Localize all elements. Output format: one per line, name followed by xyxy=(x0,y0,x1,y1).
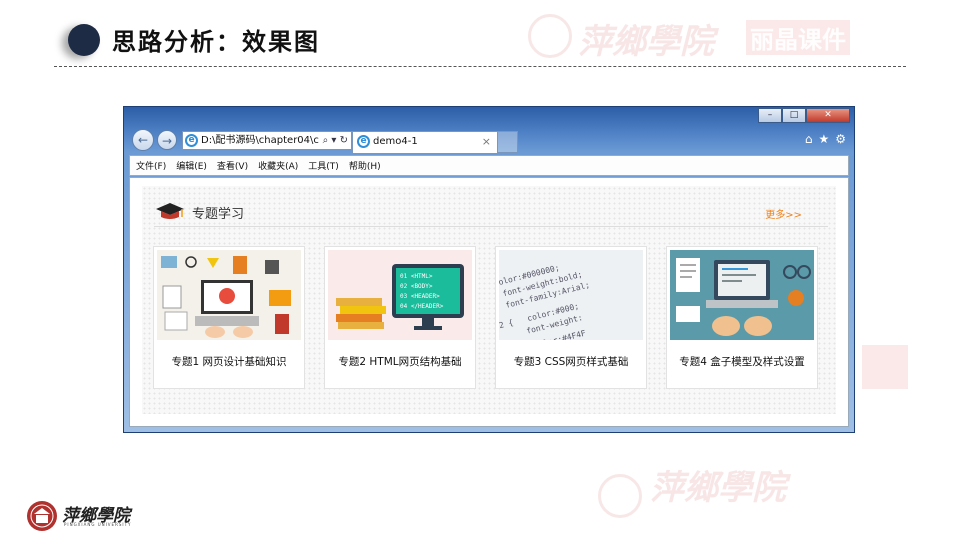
tab-demo4-1[interactable]: e demo4-1 × xyxy=(352,131,498,153)
minimize-button[interactable]: – xyxy=(758,108,782,123)
menu-tools[interactable]: 工具(T) xyxy=(308,159,339,172)
page-title: 思路分析：效果图 xyxy=(112,28,320,56)
watermark-text-top: 萍鄉學院 xyxy=(578,22,714,62)
title-divider xyxy=(54,66,906,67)
html-code-line-3: 03 <HEADER> xyxy=(400,293,440,300)
maximize-button[interactable]: □ xyxy=(782,108,806,123)
topic-image-html: 01 <HTML> 02 <BODY> 03 <HEADER> 04 </HEA… xyxy=(328,250,472,340)
address-bar[interactable]: e D:\配书源码\chapter04\c ⌕ ▾ ↻ xyxy=(182,131,352,150)
topic-card-4[interactable]: 专题4 盒子模型及样式设置 xyxy=(666,246,818,389)
address-text: D:\配书源码\chapter04\c xyxy=(201,135,319,146)
menu-view[interactable]: 查看(V) xyxy=(217,159,248,172)
ie-icon: e xyxy=(185,134,198,147)
address-tools[interactable]: ⌕ ▾ ↻ xyxy=(323,132,348,149)
topic-label-3: 专题3 CSS网页样式基础 xyxy=(513,356,629,368)
more-link[interactable]: 更多>> xyxy=(765,206,802,221)
settings-icon[interactable]: ⚙ xyxy=(835,132,846,146)
home-icon[interactable]: ⌂ xyxy=(805,132,813,146)
topic-card-2[interactable]: 01 <HTML> 02 <BODY> 03 <HEADER> 04 </HEA… xyxy=(324,246,476,389)
topic-label-1: 专题1 网页设计基础知识 xyxy=(171,356,287,368)
topic-image-css: color:#000000; font-weight:bold; font-fa… xyxy=(499,250,643,340)
topic-image-design xyxy=(157,250,301,340)
browser-window: – □ ✕ ← → e D:\配书源码\chapter04\c ⌕ ▾ ↻ e … xyxy=(123,106,855,433)
toolbar-icons: ⌂ ★ ⚙ xyxy=(805,132,846,146)
university-seal-icon xyxy=(27,501,57,531)
topic-section: 专题学习 更多>> 专题1 网页设计基础知识 01 <HTML> 02 <BOD… xyxy=(142,186,836,414)
footer-logo-subtext: PINGXIANG UNIVERSITY xyxy=(64,522,132,527)
slide: 萍鄉學院 丽晶课件 萍鄉學院 思路分析：效果图 – □ ✕ ← → e D:\配… xyxy=(0,0,960,540)
watermark-logo-bottom xyxy=(598,474,642,518)
menu-favorites[interactable]: 收藏夹(A) xyxy=(258,159,298,172)
title-bullet-dot xyxy=(68,24,100,56)
graduation-cap-icon xyxy=(156,203,184,219)
page-content: 专题学习 更多>> 专题1 网页设计基础知识 01 <HTML> 02 <BOD… xyxy=(129,177,849,427)
menu-bar: 文件(F) 编辑(E) 查看(V) 收藏夹(A) 工具(T) 帮助(H) xyxy=(129,155,849,176)
new-tab-button[interactable] xyxy=(498,131,518,153)
tab-ie-icon: e xyxy=(357,135,370,148)
favorites-icon[interactable]: ★ xyxy=(818,132,829,146)
watermark-badge-top: 丽晶课件 xyxy=(746,20,850,55)
menu-help[interactable]: 帮助(H) xyxy=(349,159,381,172)
topic-card-1[interactable]: 专题1 网页设计基础知识 xyxy=(153,246,305,389)
html-code-line-2: 02 <BODY> xyxy=(400,283,433,290)
topic-label-4: 专题4 盒子模型及样式设置 xyxy=(679,356,805,368)
menu-edit[interactable]: 编辑(E) xyxy=(176,159,207,172)
watermark-logo-top xyxy=(528,14,572,58)
menu-file[interactable]: 文件(F) xyxy=(136,159,166,172)
close-button[interactable]: ✕ xyxy=(806,108,850,123)
topic-card-3[interactable]: color:#000000; font-weight:bold; font-fa… xyxy=(495,246,647,389)
html-code-line-4: 04 </HEADER> xyxy=(400,303,444,310)
topic-image-box-model xyxy=(670,250,814,340)
window-controls: – □ ✕ xyxy=(758,108,850,123)
html-code-line-1: 01 <HTML> xyxy=(400,273,433,280)
watermark-badge-mid xyxy=(862,345,908,389)
section-title: 专题学习 xyxy=(192,207,245,222)
section-divider xyxy=(154,226,828,227)
watermark-text-bottom: 萍鄉學院 xyxy=(650,468,786,508)
forward-button[interactable]: → xyxy=(157,130,177,150)
tab-close-icon[interactable]: × xyxy=(482,132,491,152)
back-button[interactable]: ← xyxy=(132,129,154,151)
topic-cards: 专题1 网页设计基础知识 01 <HTML> 02 <BODY> 03 <HEA… xyxy=(153,246,818,389)
tab-title: demo4-1 xyxy=(373,136,418,147)
topic-label-2: 专题2 HTML网页结构基础 xyxy=(338,356,462,368)
